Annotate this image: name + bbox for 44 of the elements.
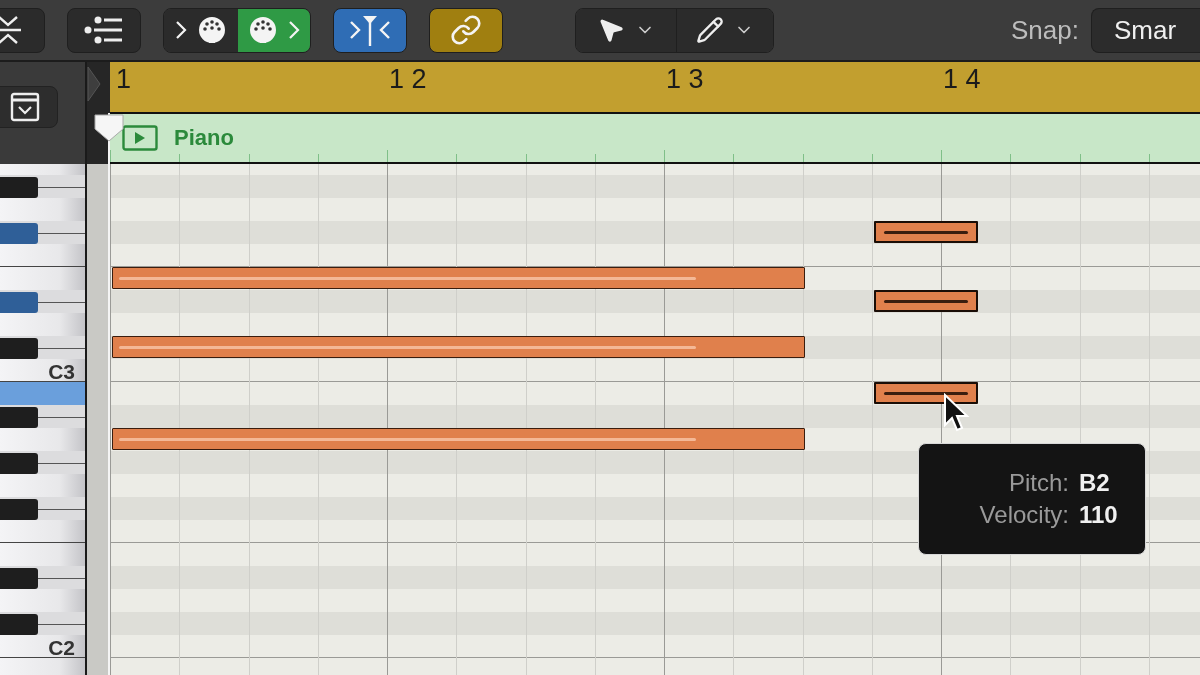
region-name: Piano [174,125,234,151]
chevron-box-icon [10,92,40,122]
pencil-tool-menu[interactable] [676,8,773,52]
tooltip-value: 110 [1079,501,1119,529]
mouse-pointer-icon [942,393,970,433]
snap-label: Snap: [1011,14,1079,46]
snap-menu[interactable]: Smar [1090,7,1200,53]
midi-note[interactable] [873,221,978,243]
chevron-icon [175,20,187,40]
collapse-button[interactable] [0,86,58,128]
filter-button[interactable] [333,7,407,53]
list-icon [84,15,124,45]
midi-note[interactable] [873,382,978,404]
bar-number: 1 3 [666,64,704,95]
tooltip-label: Velocity: [979,501,1069,529]
piano-key[interactable]: C3 [0,359,85,382]
bar-number: 1 [116,64,132,95]
midi-plug-icon [248,15,278,45]
key-label: C3 [48,360,75,384]
bar-number: 1 2 [389,64,427,95]
midi-out-button[interactable] [238,8,310,52]
link-button[interactable] [429,7,503,53]
piano-key[interactable]: C2 [0,635,85,658]
filter-icon [348,14,392,46]
midi-plug-icon [197,15,227,45]
midi-note[interactable] [873,290,978,312]
playhead-handle-icon[interactable] [93,113,125,143]
bar-number: 1 4 [943,64,981,95]
midi-in-button[interactable] [164,8,238,52]
link-icon [450,14,482,46]
play-icon [122,125,158,151]
chevron-icon [288,20,300,40]
pencil-icon [696,16,724,44]
tooltip-value: B2 [1079,469,1111,497]
pointer-tool-menu[interactable] [576,8,676,52]
midi-note[interactable] [112,336,805,358]
midi-note[interactable] [112,428,805,450]
piano-key[interactable] [0,244,85,267]
midi-note[interactable] [112,267,805,289]
key-label: C2 [48,636,75,660]
collapse-icon [0,13,23,47]
tooltip-label: Pitch: [1008,469,1069,497]
piano-key[interactable] [0,520,85,543]
list-button[interactable] [67,7,141,53]
